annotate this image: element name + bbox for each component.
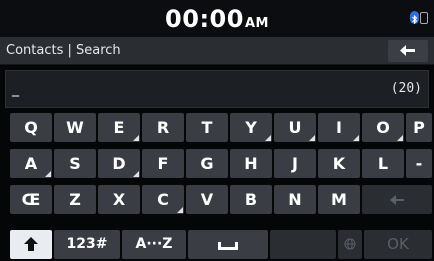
key-m[interactable]: M: [318, 185, 360, 214]
key-z[interactable]: Z: [54, 185, 96, 214]
globe-key[interactable]: [338, 230, 362, 259]
shift-key[interactable]: [10, 230, 52, 259]
key-i[interactable]: I: [318, 113, 360, 142]
accent-corner-icon: [265, 135, 271, 141]
status-icons: [410, 11, 428, 25]
status-bar: 00:00AM: [0, 0, 434, 37]
space-key[interactable]: [188, 230, 268, 259]
key-b[interactable]: B: [230, 185, 272, 214]
keyboard: Q W E R T Y U I O P A S D F G H J K L - …: [0, 113, 434, 261]
accent-corner-icon: [309, 135, 315, 141]
key-w[interactable]: W: [54, 113, 96, 142]
key-x[interactable]: X: [98, 185, 140, 214]
search-input[interactable]: _ (20): [5, 70, 429, 108]
key-d-label: D: [112, 154, 126, 173]
phone-icon: [420, 11, 428, 24]
key-j[interactable]: J: [274, 149, 316, 178]
clock-ampm: AM: [244, 16, 269, 31]
space-icon: [218, 242, 238, 250]
empty-key[interactable]: [270, 230, 336, 259]
key-s[interactable]: S: [54, 149, 96, 178]
ok-button[interactable]: OK: [364, 230, 432, 259]
key-y-label: Y: [245, 118, 257, 137]
key-u-label: U: [288, 118, 302, 137]
key-oe[interactable]: Œ: [10, 185, 52, 214]
key-t[interactable]: T: [186, 113, 228, 142]
key-hyphen[interactable]: -: [406, 149, 432, 178]
bluetooth-icon: [410, 11, 419, 25]
backspace-icon: [390, 195, 404, 205]
back-arrow-icon: [400, 45, 415, 56]
accent-corner-icon: [133, 171, 139, 177]
key-a-label: A: [24, 154, 38, 173]
key-f[interactable]: F: [142, 149, 184, 178]
accent-corner-icon: [45, 171, 51, 177]
backspace-key[interactable]: [362, 185, 432, 214]
key-k[interactable]: K: [318, 149, 360, 178]
accent-corner-icon: [397, 135, 403, 141]
header-bar: Contacts | Search: [0, 37, 434, 65]
key-a[interactable]: A: [10, 149, 52, 178]
search-input-value: _: [12, 81, 19, 97]
page-title: Contacts | Search: [6, 43, 121, 58]
a-z-key[interactable]: A···Z: [122, 230, 186, 259]
key-e[interactable]: E: [98, 113, 140, 142]
key-n[interactable]: N: [274, 185, 316, 214]
char-count: (20): [390, 81, 422, 96]
numbers-key[interactable]: 123#: [54, 230, 120, 259]
shift-up-arrow-icon: [24, 237, 38, 251]
key-i-label: I: [336, 118, 342, 137]
key-o-label: O: [376, 118, 390, 137]
globe-icon: [344, 238, 356, 250]
key-c-label: C: [157, 190, 169, 209]
clock: 00:00AM: [0, 5, 434, 33]
key-h[interactable]: H: [230, 149, 272, 178]
accent-corner-icon: [177, 207, 183, 213]
key-u[interactable]: U: [274, 113, 316, 142]
key-p[interactable]: P: [406, 113, 432, 142]
key-e-label: E: [113, 118, 125, 137]
clock-time: 00:00: [165, 5, 244, 33]
key-d[interactable]: D: [98, 149, 140, 178]
key-c[interactable]: C: [142, 185, 184, 214]
accent-corner-icon: [353, 135, 359, 141]
key-y[interactable]: Y: [230, 113, 272, 142]
key-r[interactable]: R: [142, 113, 184, 142]
accent-corner-icon: [133, 135, 139, 141]
key-q[interactable]: Q: [10, 113, 52, 142]
key-l[interactable]: L: [362, 149, 404, 178]
back-button[interactable]: [388, 40, 428, 62]
key-v[interactable]: V: [186, 185, 228, 214]
key-g[interactable]: G: [186, 149, 228, 178]
key-o[interactable]: O: [362, 113, 404, 142]
